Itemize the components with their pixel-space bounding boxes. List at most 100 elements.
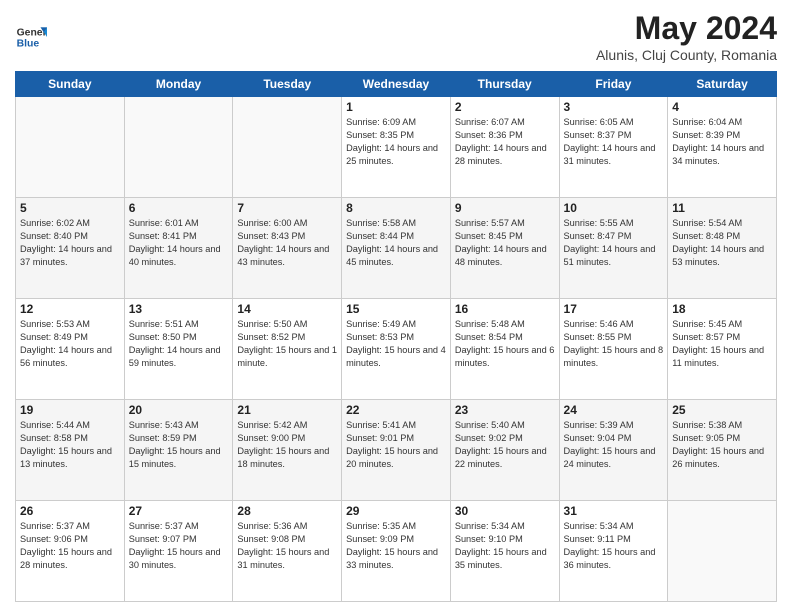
table-row: 14 Sunrise: 5:50 AMSunset: 8:52 PMDayligh… <box>233 299 342 400</box>
calendar-page: General Blue May 2024 Alunis, Cluj Count… <box>0 0 792 612</box>
calendar-row: 12Sunrise: 5:53 AMSunset: 8:49 PMDayligh… <box>16 299 777 400</box>
table-row: 28Sunrise: 5:36 AMSunset: 9:08 PMDayligh… <box>233 501 342 602</box>
day-number: 6 <box>129 201 229 215</box>
day-info: Sunrise: 5:35 AMSunset: 9:09 PMDaylight:… <box>346 520 446 572</box>
table-row: 24Sunrise: 5:39 AMSunset: 9:04 PMDayligh… <box>559 400 668 501</box>
day-info: Sunrise: 5:37 AMSunset: 9:07 PMDaylight:… <box>129 520 229 572</box>
day-info: Sunrise: 5:44 AMSunset: 8:58 PMDaylight:… <box>20 419 120 471</box>
day-info: Sunrise: 5:34 AMSunset: 9:10 PMDaylight:… <box>455 520 555 572</box>
table-row <box>16 97 125 198</box>
day-info: Sunrise: 5:45 AMSunset: 8:57 PMDaylight:… <box>672 318 772 370</box>
logo: General Blue <box>15 21 47 53</box>
day-number: 2 <box>455 100 555 114</box>
day-number: 29 <box>346 504 446 518</box>
table-row: 10Sunrise: 5:55 AMSunset: 8:47 PMDayligh… <box>559 198 668 299</box>
table-row: 29 Sunrise: 5:35 AMSunset: 9:09 PMDayligh… <box>342 501 451 602</box>
calendar-table: Sunday Monday Tuesday Wednesday Thursday… <box>15 71 777 602</box>
table-row: 20 Sunrise: 5:43 AMSunset: 8:59 PMDayligh… <box>124 400 233 501</box>
table-row: 18 Sunrise: 5:45 AMSunset: 8:57 PMDayligh… <box>668 299 777 400</box>
day-number: 23 <box>455 403 555 417</box>
day-info: Sunrise: 6:05 AMSunset: 8:37 PMDaylight:… <box>564 116 664 168</box>
table-row: 23Sunrise: 5:40 AMSunset: 9:02 PMDayligh… <box>450 400 559 501</box>
day-info: Sunrise: 5:54 AMSunset: 8:48 PMDaylight:… <box>672 217 772 269</box>
table-row: 25Sunrise: 5:38 AMSunset: 9:05 PMDayligh… <box>668 400 777 501</box>
table-row: 21 Sunrise: 5:42 AMSunset: 9:00 PMDayligh… <box>233 400 342 501</box>
calendar-row: 26 Sunrise: 5:37 AMSunset: 9:06 PMDayligh… <box>16 501 777 602</box>
calendar-row: 5 Sunrise: 6:02 AMSunset: 8:40 PMDaylight… <box>16 198 777 299</box>
table-row: 11 Sunrise: 5:54 AMSunset: 8:48 PMDayligh… <box>668 198 777 299</box>
day-number: 14 <box>237 302 337 316</box>
day-number: 26 <box>20 504 120 518</box>
subtitle: Alunis, Cluj County, Romania <box>596 47 777 63</box>
day-info: Sunrise: 5:57 AMSunset: 8:45 PMDaylight:… <box>455 217 555 269</box>
day-info: Sunrise: 6:00 AMSunset: 8:43 PMDaylight:… <box>237 217 337 269</box>
table-row: 9 Sunrise: 5:57 AMSunset: 8:45 PMDaylight… <box>450 198 559 299</box>
day-number: 12 <box>20 302 120 316</box>
day-info: Sunrise: 6:09 AMSunset: 8:35 PMDaylight:… <box>346 116 446 168</box>
day-info: Sunrise: 6:02 AMSunset: 8:40 PMDaylight:… <box>20 217 120 269</box>
day-info: Sunrise: 6:01 AMSunset: 8:41 PMDaylight:… <box>129 217 229 269</box>
table-row: 31Sunrise: 5:34 AMSunset: 9:11 PMDayligh… <box>559 501 668 602</box>
day-info: Sunrise: 5:36 AMSunset: 9:08 PMDaylight:… <box>237 520 337 572</box>
table-row <box>124 97 233 198</box>
day-number: 10 <box>564 201 664 215</box>
day-number: 25 <box>672 403 772 417</box>
day-number: 18 <box>672 302 772 316</box>
table-row: 16 Sunrise: 5:48 AMSunset: 8:54 PMDayligh… <box>450 299 559 400</box>
day-info: Sunrise: 5:51 AMSunset: 8:50 PMDaylight:… <box>129 318 229 370</box>
day-number: 27 <box>129 504 229 518</box>
day-info: Sunrise: 5:46 AMSunset: 8:55 PMDaylight:… <box>564 318 664 370</box>
day-number: 21 <box>237 403 337 417</box>
logo-icon: General Blue <box>15 21 47 53</box>
table-row: 6 Sunrise: 6:01 AMSunset: 8:41 PMDaylight… <box>124 198 233 299</box>
col-tuesday: Tuesday <box>233 72 342 97</box>
table-row: 1Sunrise: 6:09 AMSunset: 8:35 PMDaylight… <box>342 97 451 198</box>
day-number: 5 <box>20 201 120 215</box>
table-row: 13 Sunrise: 5:51 AMSunset: 8:50 PMDayligh… <box>124 299 233 400</box>
calendar-row: 1Sunrise: 6:09 AMSunset: 8:35 PMDaylight… <box>16 97 777 198</box>
table-row <box>233 97 342 198</box>
day-info: Sunrise: 5:48 AMSunset: 8:54 PMDaylight:… <box>455 318 555 370</box>
col-saturday: Saturday <box>668 72 777 97</box>
day-number: 24 <box>564 403 664 417</box>
table-row: 27 Sunrise: 5:37 AMSunset: 9:07 PMDayligh… <box>124 501 233 602</box>
day-info: Sunrise: 6:07 AMSunset: 8:36 PMDaylight:… <box>455 116 555 168</box>
table-row: 2 Sunrise: 6:07 AMSunset: 8:36 PMDaylight… <box>450 97 559 198</box>
title-block: May 2024 Alunis, Cluj County, Romania <box>596 10 777 63</box>
day-info: Sunrise: 5:58 AMSunset: 8:44 PMDaylight:… <box>346 217 446 269</box>
col-thursday: Thursday <box>450 72 559 97</box>
day-number: 8 <box>346 201 446 215</box>
svg-text:Blue: Blue <box>17 38 40 49</box>
day-info: Sunrise: 5:50 AMSunset: 8:52 PMDaylight:… <box>237 318 337 370</box>
table-row: 7Sunrise: 6:00 AMSunset: 8:43 PMDaylight… <box>233 198 342 299</box>
calendar-body: 1Sunrise: 6:09 AMSunset: 8:35 PMDaylight… <box>16 97 777 602</box>
day-info: Sunrise: 5:43 AMSunset: 8:59 PMDaylight:… <box>129 419 229 471</box>
day-info: Sunrise: 5:41 AMSunset: 9:01 PMDaylight:… <box>346 419 446 471</box>
day-number: 3 <box>564 100 664 114</box>
day-info: Sunrise: 5:37 AMSunset: 9:06 PMDaylight:… <box>20 520 120 572</box>
table-row: 12Sunrise: 5:53 AMSunset: 8:49 PMDayligh… <box>16 299 125 400</box>
day-info: Sunrise: 5:34 AMSunset: 9:11 PMDaylight:… <box>564 520 664 572</box>
day-number: 9 <box>455 201 555 215</box>
day-number: 16 <box>455 302 555 316</box>
day-number: 15 <box>346 302 446 316</box>
day-number: 30 <box>455 504 555 518</box>
table-row: 8 Sunrise: 5:58 AMSunset: 8:44 PMDaylight… <box>342 198 451 299</box>
day-number: 4 <box>672 100 772 114</box>
table-row <box>668 501 777 602</box>
table-row: 4Sunrise: 6:04 AMSunset: 8:39 PMDaylight… <box>668 97 777 198</box>
day-number: 17 <box>564 302 664 316</box>
day-info: Sunrise: 5:42 AMSunset: 9:00 PMDaylight:… <box>237 419 337 471</box>
main-title: May 2024 <box>596 10 777 47</box>
day-number: 22 <box>346 403 446 417</box>
day-number: 20 <box>129 403 229 417</box>
header-row: Sunday Monday Tuesday Wednesday Thursday… <box>16 72 777 97</box>
day-number: 11 <box>672 201 772 215</box>
table-row: 17 Sunrise: 5:46 AMSunset: 8:55 PMDayligh… <box>559 299 668 400</box>
table-row: 22 Sunrise: 5:41 AMSunset: 9:01 PMDayligh… <box>342 400 451 501</box>
header: General Blue May 2024 Alunis, Cluj Count… <box>15 10 777 63</box>
day-number: 19 <box>20 403 120 417</box>
col-sunday: Sunday <box>16 72 125 97</box>
table-row: 30 Sunrise: 5:34 AMSunset: 9:10 PMDayligh… <box>450 501 559 602</box>
day-number: 13 <box>129 302 229 316</box>
